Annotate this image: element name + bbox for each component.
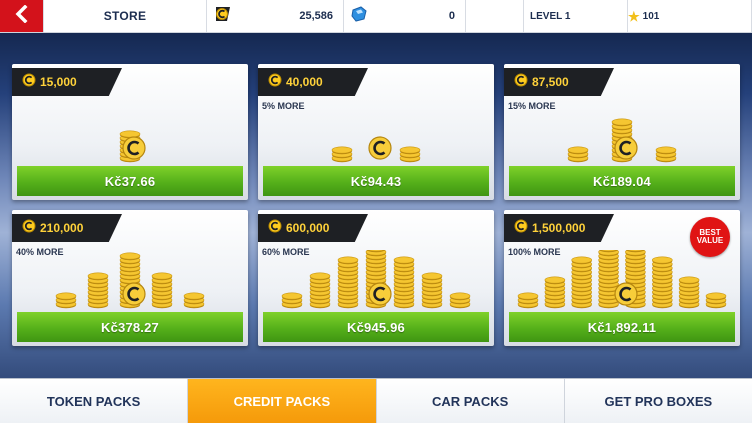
buy-price-button[interactable]: Kč37.66 [17, 166, 243, 196]
coin-pile-image [258, 240, 494, 310]
pack-amount: 1,500,000 [532, 221, 586, 235]
tab-car-packs[interactable]: CAR PACKS [376, 379, 565, 423]
pack-amount-tab: 600,000 [258, 214, 368, 242]
stars-area: ★ 101 [628, 0, 752, 32]
coin-pile-image [258, 104, 494, 164]
credit-pack-card[interactable]: 210,000 40% MORE Kč378.27 [12, 210, 248, 346]
credits-coin-icon [514, 219, 528, 238]
stars-count: ★ 101 [628, 10, 659, 23]
token-icon [350, 5, 368, 28]
badge-line-2: VALUE [696, 236, 724, 245]
pack-amount-tab: 210,000 [12, 214, 122, 242]
credits-coin-icon [514, 73, 528, 92]
buy-price-button[interactable]: Kč189.04 [509, 166, 735, 196]
credits-coin-icon [213, 5, 233, 28]
tokens-balance[interactable]: 0 [344, 0, 466, 32]
pack-amount: 210,000 [40, 221, 84, 235]
credits-coin-icon [22, 219, 36, 238]
pack-amount: 15,000 [40, 75, 77, 89]
credits-coin-icon [268, 73, 282, 92]
buy-price-button[interactable]: Kč945.96 [263, 312, 489, 342]
credit-pack-card[interactable]: 15,000 Kč37.66 [12, 64, 248, 200]
credits-coin-icon [22, 73, 36, 92]
topbar-spacer [466, 0, 524, 32]
tab-token-packs[interactable]: TOKEN PACKS [0, 379, 189, 423]
credit-pack-card[interactable]: 40,000 5% MORE Kč94.43 [258, 64, 494, 200]
pack-amount-tab: 40,000 [258, 68, 368, 96]
level-label: LEVEL 1 [530, 10, 571, 22]
credit-pack-card[interactable]: 600,000 60% MORE Kč945.96 [258, 210, 494, 346]
credits-balance[interactable]: 25,586 [207, 0, 344, 32]
coin-pile-image [504, 104, 740, 164]
best-value-badge: BEST VALUE [690, 217, 730, 257]
buy-price-button[interactable]: Kč94.43 [263, 166, 489, 196]
pack-amount: 600,000 [286, 221, 330, 235]
tab-credit-packs[interactable]: CREDIT PACKS [188, 379, 377, 423]
star-icon: ★ [628, 8, 640, 24]
pack-amount-tab: 87,500 [504, 68, 614, 96]
pack-amount-tab: 15,000 [12, 68, 122, 96]
top-bar: STORE 25,586 0 LEVEL 1 ★ 101 [0, 0, 752, 33]
store-tabs: TOKEN PACKS CREDIT PACKS CAR PACKS GET P… [0, 378, 752, 423]
coin-pile-image [12, 250, 248, 310]
stars-value: 101 [642, 10, 660, 22]
buy-price-button[interactable]: Kč1,892.11 [509, 312, 735, 342]
pack-amount: 87,500 [532, 75, 569, 89]
buy-price-button[interactable]: Kč378.27 [17, 312, 243, 342]
tab-get-pro-boxes[interactable]: GET PRO BOXES [564, 379, 752, 423]
credits-value: 25,586 [299, 10, 333, 22]
credits-coin-icon [268, 219, 282, 238]
pack-amount: 40,000 [286, 75, 323, 89]
pack-amount-tab: 1,500,000 [504, 214, 614, 242]
coin-pile-image [504, 240, 740, 310]
coin-pile-image [12, 104, 248, 164]
back-arrow-icon [13, 4, 31, 28]
page-title: STORE [44, 0, 207, 32]
credit-pack-card[interactable]: 87,500 15% MORE Kč189.04 [504, 64, 740, 200]
level-indicator[interactable]: LEVEL 1 [524, 0, 628, 32]
tokens-value: 0 [448, 10, 455, 22]
back-button[interactable] [0, 0, 44, 32]
